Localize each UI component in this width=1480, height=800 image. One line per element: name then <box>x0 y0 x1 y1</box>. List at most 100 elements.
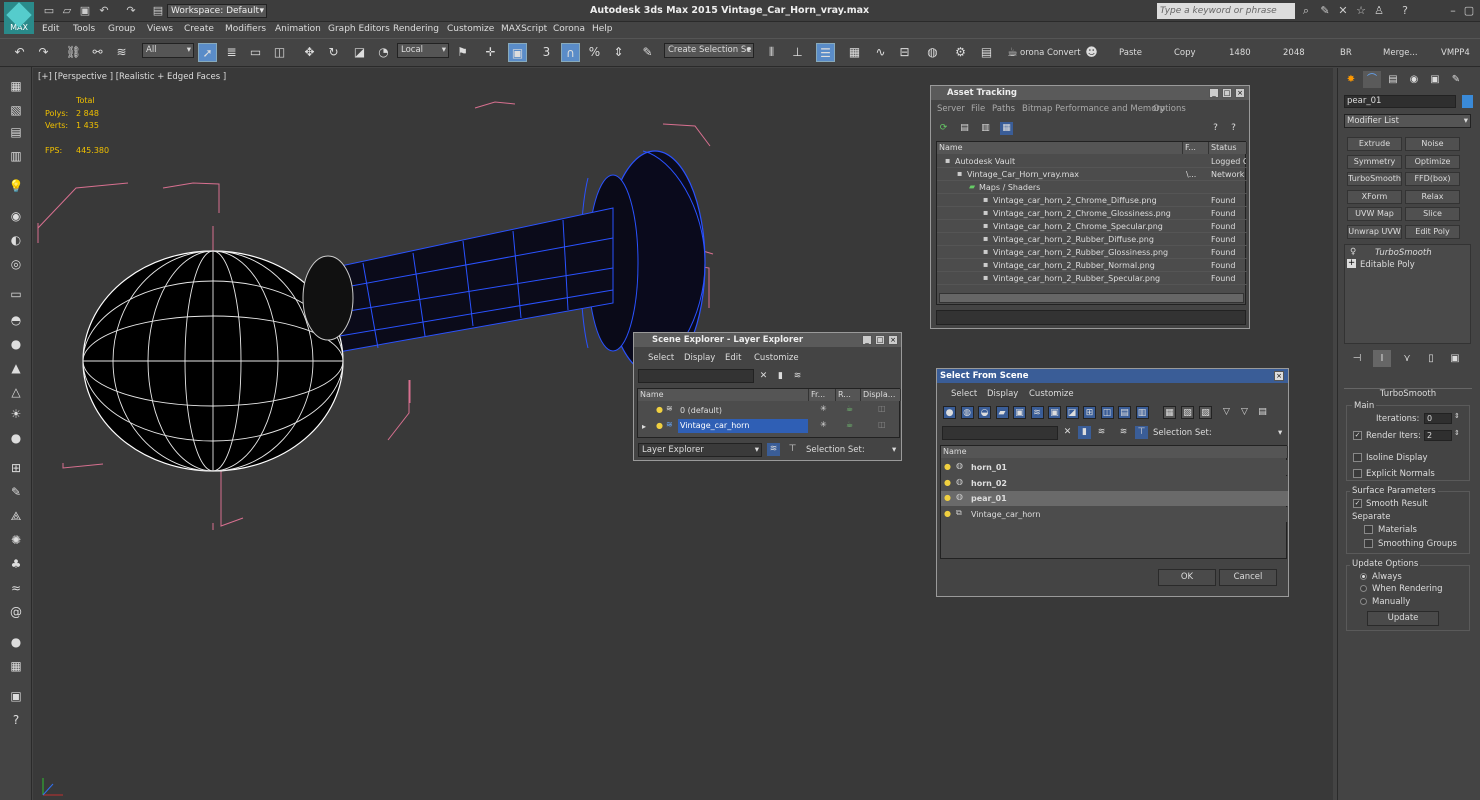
turbosmooth-rollout-header[interactable]: TurboSmooth <box>1344 388 1472 399</box>
sun-icon[interactable]: ☀ <box>7 405 25 423</box>
modifier-button-slice[interactable]: Slice <box>1405 207 1460 221</box>
object-row[interactable]: ● ⧉ Vintage_car_horn <box>941 506 1288 522</box>
select-manipulate-icon[interactable]: ✛ <box>481 43 500 62</box>
asset-row[interactable]: ▪ Vintage_car_horn_2_Chrome_Specular.png F… <box>937 220 1247 233</box>
render-icon[interactable]: ◎ <box>7 255 25 273</box>
menu-graph-editors[interactable]: Graph Editors <box>328 24 390 34</box>
object-color-swatch[interactable] <box>1462 95 1473 108</box>
utilities-tab-icon[interactable]: ✎ <box>1447 71 1465 88</box>
object-row[interactable]: ● ◍ horn_01 <box>941 460 1288 475</box>
modifier-button-extrude[interactable]: Extrude <box>1347 137 1402 151</box>
select-place-icon[interactable]: ◔ <box>374 43 393 62</box>
screen-icon[interactable]: ▣ <box>7 687 25 705</box>
col-name[interactable]: Name <box>638 389 809 401</box>
hierarchy-tab-icon[interactable]: ▤ <box>1384 71 1402 88</box>
layer-mode-icon[interactable]: ≋ <box>1117 426 1130 439</box>
modifier-button-optimize[interactable]: Optimize <box>1405 154 1460 169</box>
layer-search-input[interactable] <box>638 369 754 383</box>
hierarchy-icon[interactable]: ⊤ <box>786 443 799 456</box>
stack-item-editable-poly[interactable]: Editable Poly <box>1360 260 1415 270</box>
open-file-icon[interactable]: ▱ <box>60 4 74 17</box>
motion-tab-icon[interactable]: ◉ <box>1405 71 1423 88</box>
modifier-button-uvw-map[interactable]: UVW Map <box>1347 207 1402 221</box>
clear-search-icon[interactable]: ✕ <box>757 370 770 383</box>
layers-icon[interactable]: ≋ <box>1095 426 1108 439</box>
menu-corona[interactable]: Corona <box>553 24 585 34</box>
sphere-icon[interactable]: ● <box>7 335 25 353</box>
col-render[interactable]: R... <box>836 389 861 401</box>
filter-hidden-icon[interactable]: ▥ <box>1135 406 1149 419</box>
freeze-icon[interactable]: ✳ <box>820 404 827 413</box>
selection-filter-dropdown[interactable]: All ▾ <box>142 43 194 58</box>
scale-icon[interactable]: ◪ <box>350 43 369 62</box>
render-iters-checkbox[interactable]: ✓ <box>1353 431 1362 440</box>
asset-row[interactable]: ▪ Vintage_car_horn_2_Chrome_Glossiness.pn… <box>937 207 1247 220</box>
col-status[interactable]: Status <box>1209 142 1247 154</box>
menu-modifiers[interactable]: Modifiers <box>225 24 266 34</box>
smooth-result-checkbox[interactable]: ✓ <box>1353 499 1362 508</box>
skull-script-icon[interactable]: ☻ <box>1082 43 1101 62</box>
stack-item-turbosmooth[interactable]: TurboSmooth <box>1375 248 1432 258</box>
explorer-type-dropdown[interactable]: Layer Explorer ▾ <box>638 443 762 457</box>
expand-arrow-icon[interactable]: ▸ <box>642 422 646 431</box>
modifier-button-xform[interactable]: XForm <box>1347 189 1402 204</box>
smoothing-groups-checkbox[interactable] <box>1364 539 1373 548</box>
col-f[interactable]: F... <box>1183 142 1209 154</box>
always-radio[interactable] <box>1360 573 1367 580</box>
menu-file[interactable]: File <box>971 104 985 114</box>
when-rendering-radio[interactable] <box>1360 585 1367 592</box>
filter-geometry-icon[interactable]: ● <box>943 406 956 419</box>
clear-search-icon[interactable]: ✕ <box>1061 426 1074 439</box>
reference-coordinate-dropdown[interactable]: Local ▾ <box>397 43 449 58</box>
menu-tools[interactable]: Tools <box>73 24 95 34</box>
hair-icon[interactable]: ≈ <box>7 579 25 597</box>
ok-button[interactable]: OK <box>1158 569 1216 586</box>
chevron-down-icon[interactable]: ▾ <box>1278 428 1282 438</box>
funnel-options-icon[interactable]: ▽ <box>1238 406 1251 419</box>
unlink-icon[interactable]: ⚯ <box>88 43 107 62</box>
menu-paths[interactable]: Paths <box>992 104 1015 114</box>
menu-display[interactable]: Display <box>987 389 1018 399</box>
schematic-view-icon[interactable]: ⊟ <box>895 43 914 62</box>
columns-icon[interactable]: ▤ <box>1256 406 1269 419</box>
render-setup-icon[interactable]: ⚙ <box>951 43 970 62</box>
wheel-icon[interactable]: ✺ <box>7 531 25 549</box>
vmpp-button[interactable]: VMPP4 <box>1441 48 1470 58</box>
display-tab-icon[interactable]: ▣ <box>1426 71 1444 88</box>
rendered-frame-window-icon[interactable]: ▤ <box>977 43 996 62</box>
named-selection-set-dropdown[interactable]: Create Selection Se ▾ <box>664 43 754 58</box>
plus-icon[interactable]: ▦ <box>7 77 25 95</box>
resolution-2048-button[interactable]: 2048 <box>1283 48 1305 58</box>
render-iters-spinner[interactable]: 2 <box>1424 430 1452 441</box>
filter-invert-icon[interactable]: ▨ <box>1199 406 1212 419</box>
filter-none-icon[interactable]: ▧ <box>1181 406 1194 419</box>
ball-icon[interactable]: ● <box>7 429 25 447</box>
horizontal-scrollbar[interactable] <box>939 293 1244 303</box>
modifier-button-noise[interactable]: Noise <box>1405 137 1460 151</box>
minimize-icon[interactable]: _ <box>862 335 872 345</box>
material-editor-icon[interactable]: ◍ <box>923 43 942 62</box>
filter-helpers-icon[interactable]: ▣ <box>1013 406 1026 419</box>
cancel-button[interactable]: Cancel <box>1219 569 1277 586</box>
close-icon[interactable]: × <box>1235 88 1245 98</box>
palette-icon[interactable]: ▦ <box>7 657 25 675</box>
filter-lights-icon[interactable]: ◒ <box>978 406 991 419</box>
modifier-button-relax[interactable]: Relax <box>1405 189 1460 204</box>
filter-containers-icon[interactable]: ◫ <box>1100 406 1114 419</box>
menu-display[interactable]: Display <box>684 353 715 363</box>
filter-groups-icon[interactable]: ▣ <box>1048 406 1061 419</box>
menu-group[interactable]: Group <box>108 24 135 34</box>
snaps-toggle-icon[interactable]: 3 <box>537 43 556 62</box>
rotate-icon[interactable]: ↻ <box>324 43 343 62</box>
list-view-icon[interactable]: ▤ <box>958 122 971 135</box>
modifier-list-dropdown[interactable]: Modifier List ▾ <box>1344 114 1471 128</box>
copy-button[interactable]: Copy <box>1174 48 1196 58</box>
maximize-icon[interactable]: □ <box>1222 88 1232 98</box>
update-button[interactable]: Update <box>1367 611 1439 626</box>
plant-icon[interactable]: ♣ <box>7 555 25 573</box>
menu-maxscript[interactable]: MAXScript <box>501 24 547 34</box>
help-icon[interactable]: ? <box>7 711 25 729</box>
asset-row[interactable]: ▪ Vintage_car_horn_2_Rubber_Specular.png F… <box>937 272 1247 285</box>
light-bulb-icon[interactable]: 💡 <box>7 177 25 195</box>
pivot-center-icon[interactable]: ⚑ <box>453 43 472 62</box>
